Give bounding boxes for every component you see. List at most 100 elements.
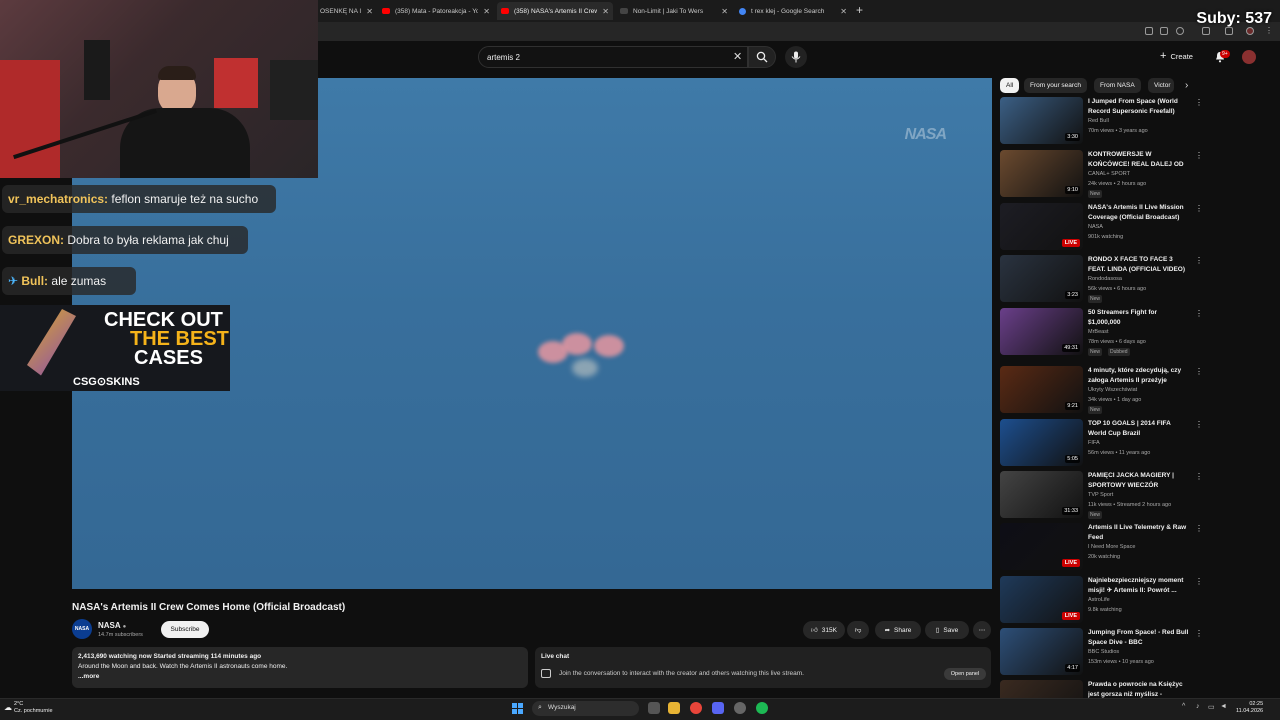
bookmark-star-icon[interactable] (1176, 27, 1184, 35)
video-menu-icon[interactable]: ⋮ (1195, 309, 1203, 318)
channel-name[interactable]: AstroLife (1088, 597, 1110, 603)
video-title[interactable]: Artemis II Live Telemetry & Raw Feed (1088, 523, 1190, 543)
like-button[interactable]: 👍︎ 315K (803, 621, 845, 639)
channel-name[interactable]: Red Bull (1088, 118, 1109, 124)
tray-chevron-icon[interactable]: ^ (1182, 703, 1185, 710)
channel-name[interactable]: CANAL+ SPORT (1088, 171, 1130, 177)
recommended-video[interactable]: 4:17 Jumping From Space! - Red Bull Space… (1000, 628, 1203, 680)
video-thumbnail[interactable] (1000, 680, 1083, 698)
recommended-video[interactable]: 31:33 PAMIĘCI JACKA MAGIERY | SPORTOWY WI… (1000, 471, 1203, 523)
video-thumbnail[interactable]: LIVE (1000, 576, 1083, 623)
new-tab-button[interactable]: + (856, 4, 863, 16)
taskbar-search[interactable]: Wyszukaj (532, 701, 639, 716)
browser-tab[interactable]: OSENKĘ NA I ✕ (316, 2, 376, 20)
obs-icon[interactable] (734, 702, 746, 714)
account-avatar[interactable] (1242, 50, 1256, 64)
spotify-icon[interactable] (756, 702, 768, 714)
video-thumbnail[interactable]: LIVE (1000, 203, 1083, 250)
weather-widget[interactable]: 2°C Cz. pochmurnie (14, 701, 53, 715)
create-button[interactable]: + Create (1160, 50, 1193, 62)
close-tab-icon[interactable]: ✕ (840, 7, 847, 16)
network-icon[interactable]: ▭ (1208, 703, 1215, 711)
recommended-video[interactable]: 9:21 4 minuty, które zdecydują, czy załog… (1000, 366, 1203, 418)
chip-all[interactable]: All (1000, 78, 1020, 93)
video-menu-icon[interactable]: ⋮ (1195, 204, 1203, 213)
video-menu-icon[interactable]: ⋮ (1195, 577, 1203, 586)
close-tab-icon[interactable]: ✕ (602, 7, 609, 16)
video-thumbnail[interactable]: 4:17 (1000, 628, 1083, 675)
video-title[interactable]: Najniebezpieczniejszy moment misji! ✈ Ar… (1088, 576, 1190, 596)
system-clock[interactable]: 02:25 11.04.2026 (1236, 701, 1263, 715)
video-thumbnail[interactable]: LIVE (1000, 523, 1083, 570)
search-input[interactable]: artemis 2 (478, 46, 748, 68)
browser-tab[interactable]: (358) Mata - Patoreakcja - YouT ✕ (378, 2, 494, 20)
video-menu-icon[interactable]: ⋮ (1195, 151, 1203, 160)
video-title[interactable]: 50 Streamers Fight for $1,000,000 (1088, 308, 1190, 328)
video-menu-icon[interactable]: ⋮ (1195, 420, 1203, 429)
recommended-video[interactable]: 49:31 50 Streamers Fight for $1,000,000 Mr… (1000, 308, 1203, 360)
chip-victor[interactable]: Victor (1148, 78, 1174, 93)
task-view-icon[interactable] (648, 702, 660, 714)
chrome-icon[interactable] (690, 702, 702, 714)
close-tab-icon[interactable]: ✕ (483, 7, 490, 16)
chip-from-nasa[interactable]: From NASA (1094, 78, 1141, 93)
video-title[interactable]: TOP 10 GOALS | 2014 FIFA World Cup Brazi… (1088, 419, 1190, 439)
recommended-video[interactable]: 5:05 TOP 10 GOALS | 2014 FIFA World Cup B… (1000, 419, 1203, 471)
recommended-video[interactable]: LIVE Artemis II Live Telemetry & Raw Feed… (1000, 523, 1203, 575)
recommended-video[interactable]: 3:30 I Jumped From Space (World Record Su… (1000, 97, 1203, 149)
video-menu-icon[interactable]: ⋮ (1195, 256, 1203, 265)
close-tab-icon[interactable]: ✕ (721, 7, 728, 16)
video-title[interactable]: I Jumped From Space (World Record Supers… (1088, 97, 1190, 117)
start-button[interactable] (512, 703, 523, 714)
sidepanel-icon[interactable] (1225, 27, 1233, 35)
chip-from-your-search[interactable]: From your search (1024, 78, 1087, 93)
recommended-video[interactable]: Prawda o powrocie na Księżyc jest gorsza… (1000, 680, 1195, 698)
discord-icon[interactable] (712, 702, 724, 714)
browser-tab[interactable]: Non-Limit | Jaki To Wers ✕ (616, 2, 732, 20)
file-explorer-icon[interactable] (668, 702, 680, 714)
cast-icon[interactable] (1160, 27, 1168, 35)
share-button[interactable]: ➦ Share (875, 621, 921, 639)
video-thumbnail[interactable]: 3:30 (1000, 97, 1083, 144)
video-menu-icon[interactable]: ⋮ (1195, 472, 1203, 481)
dislike-button[interactable]: 👎︎ (847, 621, 869, 639)
clear-search-icon[interactable]: ✕ (733, 50, 742, 63)
video-description[interactable]: 2,413,690 watching now Started streaming… (72, 647, 528, 688)
video-title[interactable]: Prawda o powrocie na Księżyc jest gorsza… (1088, 680, 1190, 698)
open-panel-button[interactable]: Open panel (944, 668, 986, 680)
video-title[interactable]: RONDO X FACE TO FACE 3 FEAT. LINDA (OFFI… (1088, 255, 1190, 275)
video-thumbnail[interactable]: 5:05 (1000, 419, 1083, 466)
voice-search-button[interactable] (785, 46, 807, 68)
browser-tab[interactable]: t rex klej - Google Search ✕ (735, 2, 851, 20)
video-menu-icon[interactable]: ⋮ (1195, 367, 1203, 376)
channel-avatar[interactable]: NASA (72, 619, 92, 639)
chevron-right-icon[interactable]: › (1185, 80, 1188, 91)
save-button[interactable]: ▯ Save (925, 621, 969, 639)
channel-name[interactable]: MrBeast (1088, 329, 1108, 335)
video-title[interactable]: 4 minuty, które zdecydują, czy załoga Ar… (1088, 366, 1190, 386)
recommended-video[interactable]: LIVE Najniebezpieczniejszy moment misji! … (1000, 576, 1203, 628)
profile-icon[interactable] (1246, 27, 1254, 35)
search-button[interactable] (748, 46, 776, 68)
video-title[interactable]: KONTROWERSJE W KOŃCÓWCE! REAL DALEJ OD .… (1088, 150, 1190, 170)
video-thumbnail[interactable]: 49:31 (1000, 308, 1083, 355)
video-menu-icon[interactable]: ⋮ (1195, 524, 1203, 533)
video-thumbnail[interactable]: 3:23 (1000, 255, 1083, 302)
video-title[interactable]: Jumping From Space! - Red Bull Space Div… (1088, 628, 1190, 648)
close-tab-icon[interactable]: ✕ (366, 7, 373, 16)
video-thumbnail[interactable]: 9:10 (1000, 150, 1083, 197)
translate-icon[interactable] (1145, 27, 1153, 35)
description-more-link[interactable]: ...more (78, 673, 522, 680)
channel-name[interactable]: NASA (1088, 224, 1103, 230)
video-title[interactable]: PAMIĘCI JACKA MAGIERY | SPORTOWY WIECZÓR (1088, 471, 1190, 491)
channel-name[interactable]: FIFA (1088, 440, 1100, 446)
recommended-video[interactable]: LIVE NASA's Artemis II Live Mission Cover… (1000, 203, 1203, 255)
channel-name[interactable]: TVP Sport (1088, 492, 1113, 498)
volume-icon[interactable]: ◄ (1220, 703, 1227, 710)
more-actions-button[interactable]: ⋯ (973, 621, 991, 639)
browser-menu-icon[interactable]: ⋮ (1265, 27, 1273, 35)
channel-name[interactable]: Ukryty Wszechświat (1088, 387, 1137, 393)
channel-name[interactable]: BBC Studios (1088, 649, 1119, 655)
browser-tab-active[interactable]: (358) NASA's Artemis II Crew C ✕ (497, 2, 613, 20)
extensions-icon[interactable] (1202, 27, 1210, 35)
